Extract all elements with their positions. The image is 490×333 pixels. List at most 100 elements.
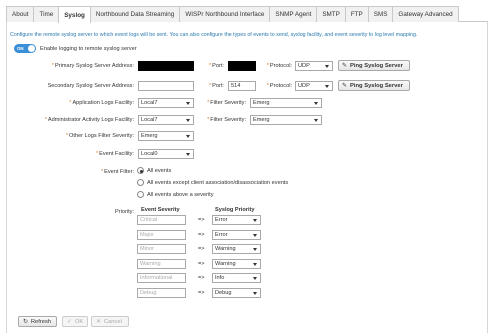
- tab-ftp[interactable]: FTP: [344, 6, 369, 22]
- other-logs-severity-value: Emerg: [141, 133, 158, 139]
- event-filter-option-severity[interactable]: All events above a severity: [137, 191, 214, 198]
- primary-port-label: *Port:: [198, 63, 224, 69]
- tab-about[interactable]: About: [6, 6, 35, 22]
- event-severity-field: Informational: [137, 273, 186, 283]
- tab-wispr-northbound-interface[interactable]: WISPr Northbound Interface: [179, 6, 271, 22]
- event-filter-option-label: All events: [147, 167, 172, 174]
- mapping-arrow: =>: [198, 231, 205, 238]
- syslog-priority-value: Error: [215, 217, 228, 223]
- other-logs-label: *Other Logs Filter Severity:: [20, 133, 134, 139]
- syslog-priority-header: Syslog Priority: [215, 207, 255, 213]
- syslog-priority-value: Warning: [215, 246, 236, 252]
- tab-bar: About Time Syslog Northbound Data Stream…: [6, 6, 488, 23]
- enable-logging-label: Enable logging to remote syslog server: [40, 45, 137, 52]
- other-logs-severity-select[interactable]: Emerg: [138, 131, 194, 141]
- admin-filter-label-text: Filter Severity:: [210, 117, 246, 123]
- event-filter-option-label: All events above a severity: [147, 191, 214, 198]
- refresh-button[interactable]: ↻ Refresh: [18, 316, 57, 327]
- event-filter-option-label: All events except client association/dis…: [147, 179, 289, 186]
- enable-logging-toggle[interactable]: ON: [14, 44, 36, 53]
- refresh-icon: ↻: [23, 318, 28, 325]
- chevron-down-icon: [253, 219, 257, 222]
- enable-logging-row: ON Enable logging to remote syslog serve…: [14, 44, 137, 53]
- intro-text: Configure the remote syslog server to wh…: [10, 32, 418, 38]
- admin-logs-facility-select[interactable]: Local7: [138, 115, 194, 125]
- required-marker: *: [266, 63, 269, 69]
- chevron-down-icon: [314, 102, 318, 105]
- required-marker: *: [208, 83, 212, 89]
- chevron-down-icon: [186, 153, 190, 156]
- required-marker: *: [266, 83, 269, 89]
- event-severity-field: Minor: [137, 244, 186, 254]
- app-filter-severity-select[interactable]: Emerg: [250, 98, 322, 108]
- syslog-priority-select[interactable]: Warning: [212, 258, 261, 269]
- secondary-protocol-label: *Protocol:: [258, 83, 292, 89]
- admin-filter-severity-select[interactable]: Emerg: [250, 115, 322, 125]
- app-filter-severity-value: Emerg: [253, 100, 270, 106]
- tab-time[interactable]: Time: [33, 6, 60, 22]
- radio-unselected[interactable]: [137, 179, 144, 186]
- ping-icon: ✎: [342, 63, 348, 69]
- syslog-priority-value: Debug: [215, 289, 232, 296]
- cancel-button[interactable]: ✕ Cancel: [91, 316, 129, 327]
- event-facility-select[interactable]: Local0: [138, 149, 194, 159]
- chevron-down-icon: [253, 277, 257, 280]
- secondary-server-label: Secondary Syslog Server Address:: [47, 83, 134, 89]
- required-marker: *: [100, 169, 104, 175]
- tab-syslog[interactable]: Syslog: [58, 6, 91, 23]
- tab-northbound-data-streaming[interactable]: Northbound Data Streaming: [89, 6, 181, 22]
- tab-smtp[interactable]: SMTP: [316, 6, 346, 22]
- primary-protocol-label: *Protocol:: [258, 63, 292, 69]
- toggle-knob: [28, 45, 35, 52]
- chevron-down-icon: [253, 248, 257, 251]
- required-marker: *: [207, 100, 210, 106]
- required-marker: *: [51, 63, 55, 69]
- app-filter-label: *Filter Severity:: [194, 100, 246, 106]
- secondary-ping-button[interactable]: ✎ Ping Syslog Server: [338, 80, 410, 91]
- radio-unselected[interactable]: [137, 191, 144, 198]
- primary-ping-button[interactable]: ✎ Ping Syslog Server: [338, 60, 410, 71]
- ok-button[interactable]: ✓ OK: [62, 316, 88, 327]
- syslog-priority-select[interactable]: Error: [212, 229, 261, 240]
- admin-filter-severity-value: Emerg: [253, 117, 270, 123]
- tab-snmp-agent[interactable]: SNMP Agent: [269, 6, 318, 22]
- event-facility-value: Local0: [141, 151, 158, 157]
- mapping-arrow: =>: [198, 289, 205, 296]
- ok-label: OK: [74, 318, 84, 325]
- chevron-down-icon: [186, 119, 190, 122]
- syslog-priority-value: Error: [215, 231, 228, 238]
- secondary-port-input[interactable]: 514: [228, 81, 256, 91]
- syslog-priority-select[interactable]: Error: [212, 215, 261, 225]
- admin-logs-facility-value: Local7: [141, 117, 158, 123]
- app-filter-label-text: Filter Severity:: [210, 100, 246, 106]
- primary-port-input[interactable]: [228, 61, 256, 71]
- radio-selected[interactable]: [137, 167, 144, 174]
- required-marker: *: [95, 151, 99, 157]
- secondary-protocol-select[interactable]: UDP: [295, 81, 333, 91]
- primary-server-input[interactable]: [138, 61, 194, 71]
- event-filter-option-all[interactable]: All events: [137, 167, 171, 174]
- secondary-server-input[interactable]: [138, 81, 194, 91]
- chevron-down-icon: [314, 119, 318, 122]
- app-logs-facility-value: Local7: [141, 100, 158, 106]
- tab-gateway-advanced[interactable]: Gateway Advanced: [392, 6, 459, 22]
- tab-sms[interactable]: SMS: [367, 6, 394, 22]
- syslog-priority-select[interactable]: Warning: [212, 244, 261, 254]
- mapping-arrow: =>: [198, 246, 205, 252]
- primary-protocol-select[interactable]: UDP: [295, 61, 333, 71]
- chevron-down-icon: [186, 102, 190, 105]
- secondary-protocol-label-text: Protocol:: [269, 83, 292, 89]
- chevron-down-icon: [325, 65, 329, 68]
- chevron-down-icon: [253, 291, 257, 295]
- syslog-priority-select[interactable]: Debug: [212, 287, 261, 298]
- check-icon: ✓: [67, 318, 72, 325]
- secondary-port-label: *Port:: [198, 83, 224, 89]
- primary-ping-label: Ping Syslog Server: [350, 62, 403, 69]
- required-marker: *: [65, 133, 69, 139]
- admin-logs-label: *Administrator Activity Logs Facility:: [14, 117, 134, 123]
- event-filter-option-except[interactable]: All events except client association/dis…: [137, 179, 288, 186]
- admin-logs-label-text: Administrator Activity Logs Facility:: [47, 117, 134, 123]
- syslog-priority-select[interactable]: Info: [212, 273, 261, 283]
- admin-filter-label: *Filter Severity:: [194, 117, 246, 123]
- app-logs-facility-select[interactable]: Local7: [138, 98, 194, 108]
